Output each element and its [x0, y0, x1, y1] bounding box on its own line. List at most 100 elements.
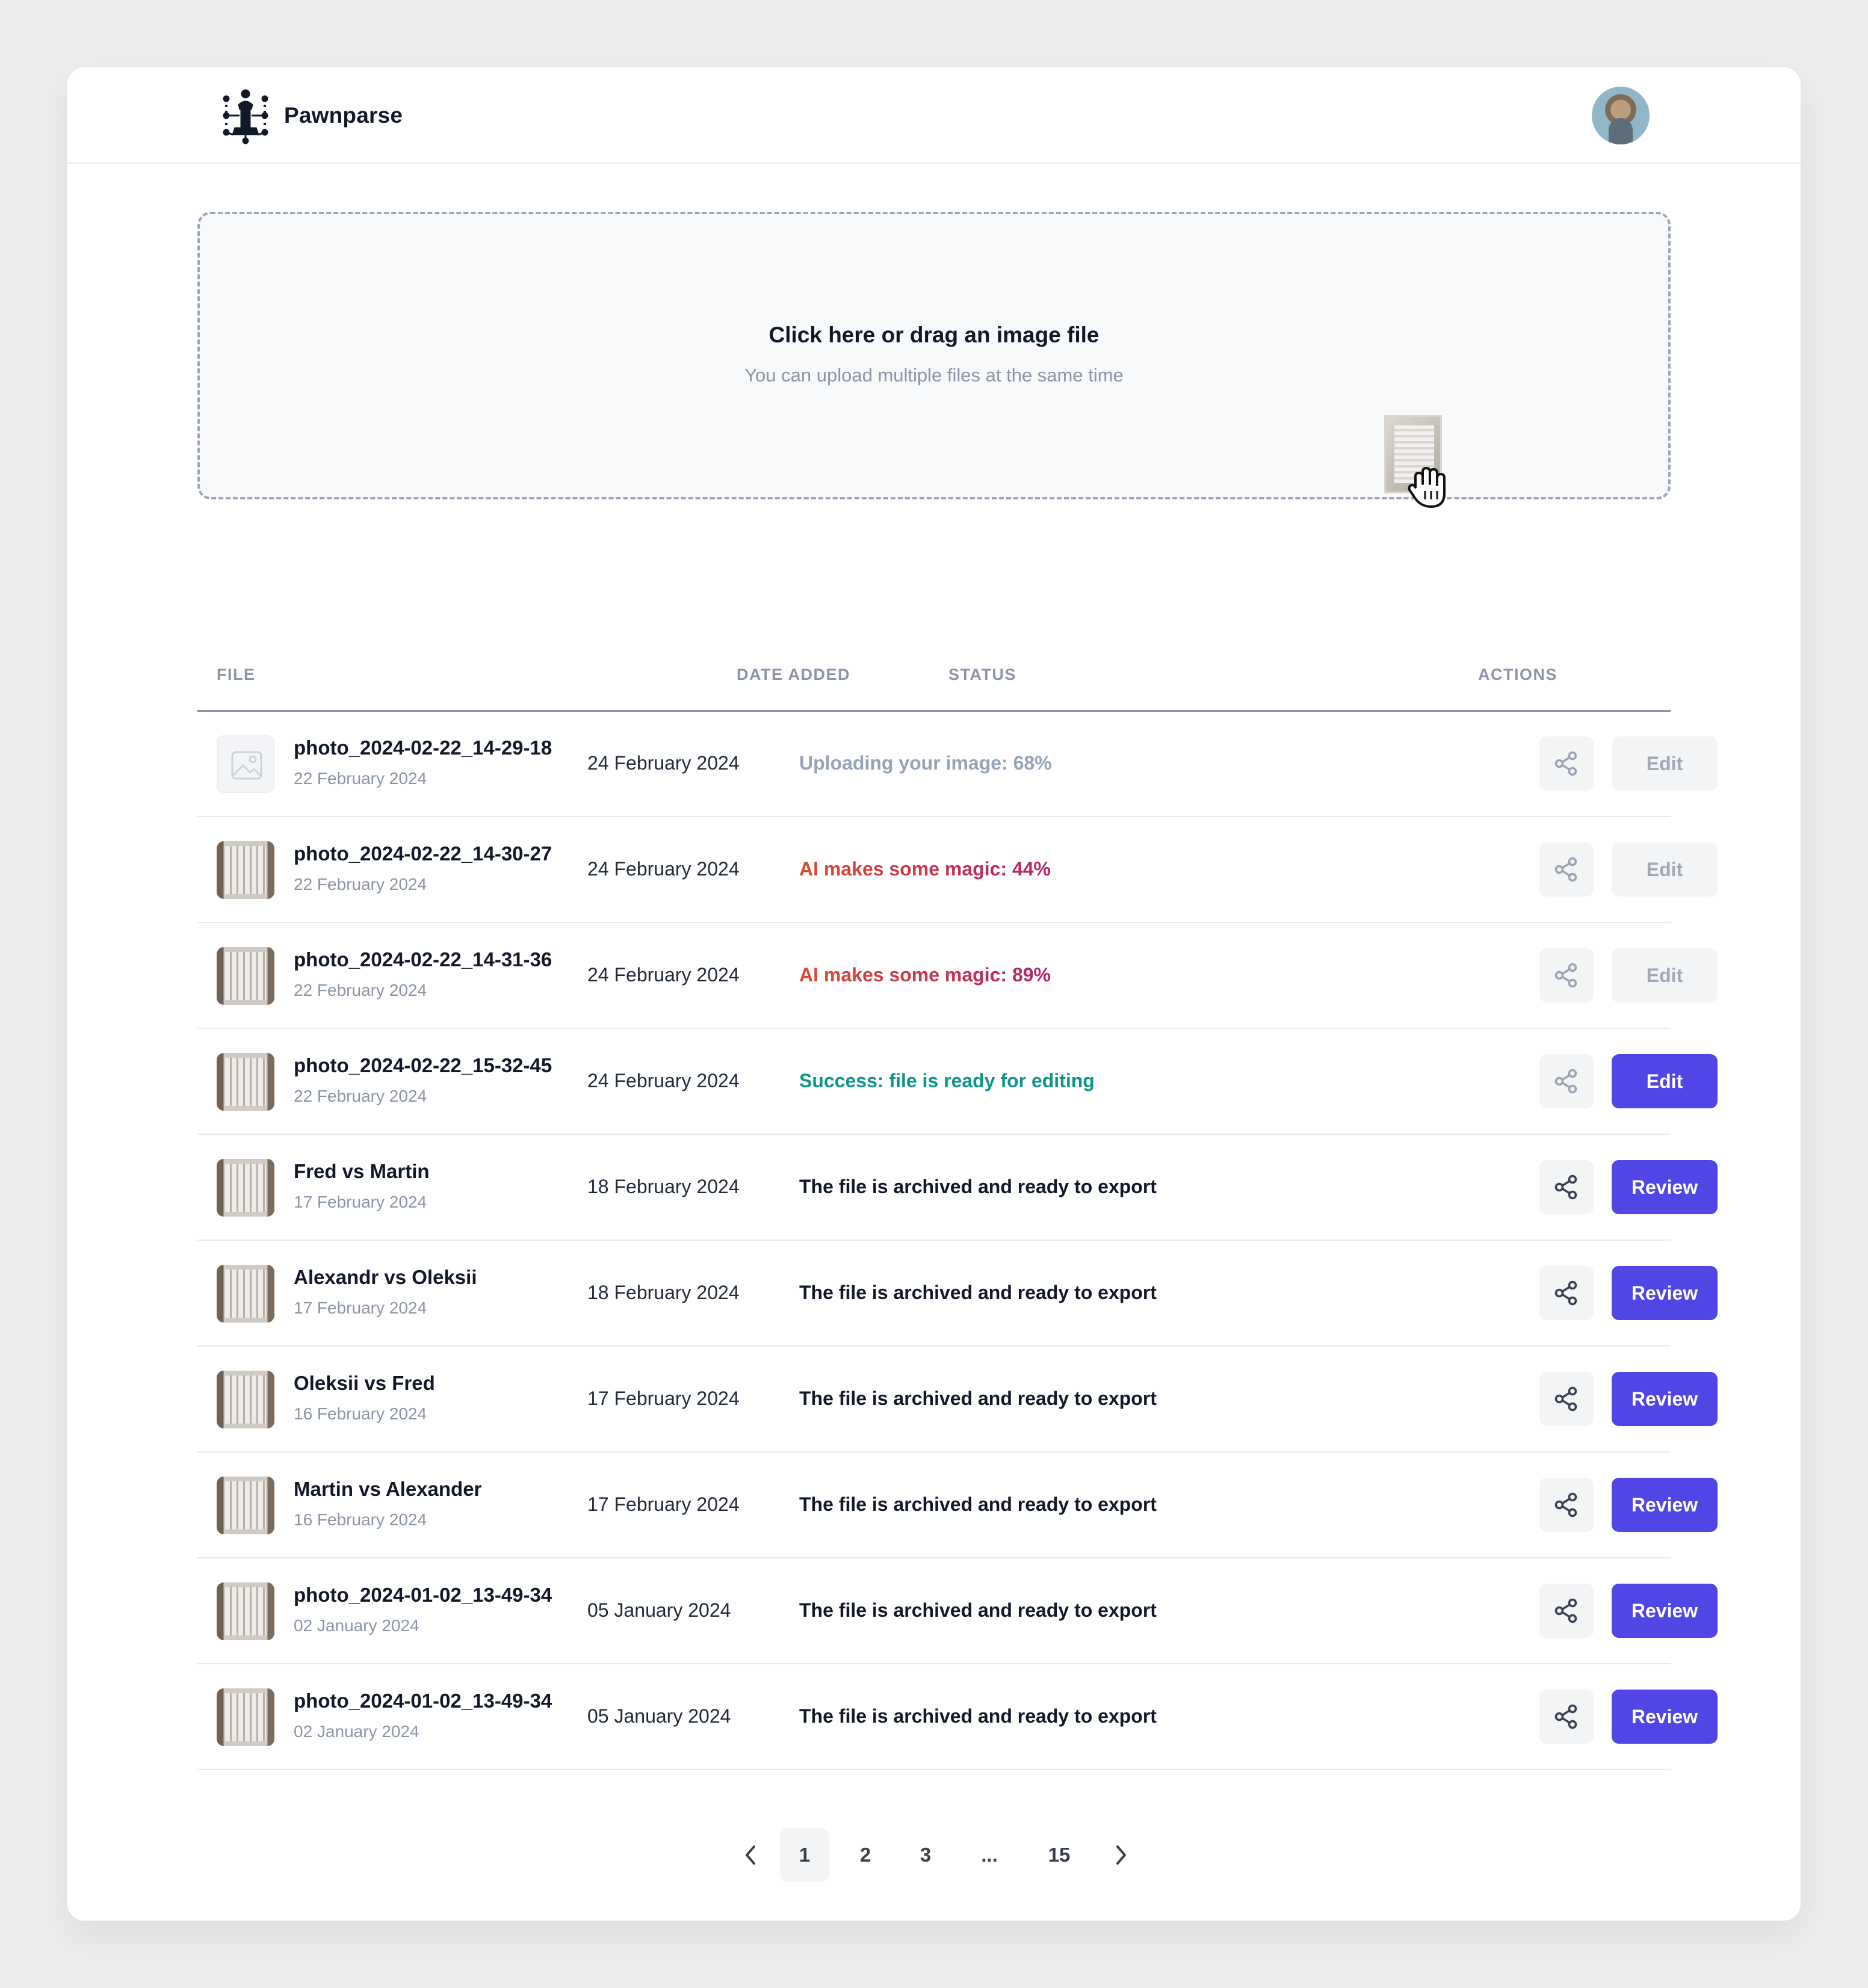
file-name[interactable]: Fred vs Martin: [294, 1160, 430, 1183]
main-card: Pawnparse Click here or drag an image fi…: [67, 67, 1801, 1921]
share-icon: [1553, 1703, 1580, 1730]
table-row[interactable]: photo_2024-02-22_15-32-45 22 February 20…: [197, 1029, 1718, 1135]
share-icon: [1553, 1174, 1580, 1200]
grab-hand-icon: [1408, 467, 1446, 508]
file-thumbnail[interactable]: [217, 841, 274, 899]
file-name[interactable]: photo_2024-01-02_13-49-34: [294, 1690, 552, 1712]
file-date: 22 February 2024: [294, 981, 427, 999]
image-placeholder-icon[interactable]: [217, 735, 274, 793]
upload-subtitle: You can upload multiple files at the sam…: [744, 365, 1124, 386]
share-icon: [1553, 856, 1580, 883]
date-added: 18 February 2024: [587, 1282, 740, 1303]
share-icon: [1553, 1386, 1580, 1412]
share-button[interactable]: [1539, 1160, 1594, 1214]
file-name[interactable]: photo_2024-02-22_14-29-18: [294, 736, 552, 759]
review-button[interactable]: Review: [1612, 1584, 1718, 1638]
review-button[interactable]: Review: [1612, 1160, 1718, 1214]
file-date: 22 February 2024: [294, 769, 427, 788]
table-row[interactable]: photo_2024-02-22_14-29-18 22 February 20…: [197, 711, 1718, 817]
file-date: 02 January 2024: [294, 1616, 419, 1635]
date-added: 24 February 2024: [587, 858, 740, 880]
share-button[interactable]: [1539, 1372, 1594, 1426]
share-button[interactable]: [1539, 1266, 1594, 1320]
table-row[interactable]: Oleksii vs Fred 16 February 2024 17 Febr…: [197, 1347, 1718, 1452]
table-row[interactable]: photo_2024-02-22_14-30-27 22 February 20…: [197, 817, 1718, 923]
share-icon: [1553, 750, 1580, 777]
review-button[interactable]: Review: [1612, 1690, 1718, 1744]
chevron-left-icon[interactable]: [727, 1828, 775, 1882]
file-date: 16 February 2024: [294, 1510, 427, 1529]
table-row[interactable]: Alexandr vs Oleksii 17 February 2024 18 …: [197, 1241, 1718, 1347]
file-thumbnail[interactable]: [217, 947, 274, 1005]
status-text: The file is archived and ready to export: [799, 1599, 1157, 1621]
table-row[interactable]: Martin vs Alexander 16 February 2024 17 …: [197, 1452, 1718, 1558]
page-3[interactable]: 3: [902, 1828, 950, 1882]
file-name[interactable]: Martin vs Alexander: [294, 1478, 481, 1501]
status-text: Uploading your image: 68%: [799, 752, 1052, 774]
share-button[interactable]: [1539, 1478, 1594, 1532]
upload-title: Click here or drag an image file: [769, 323, 1099, 347]
brand[interactable]: Pawnparse: [219, 87, 403, 144]
column-header-date-added: DATE ADDED: [737, 665, 850, 684]
page-15[interactable]: 15: [1029, 1828, 1089, 1882]
date-added: 18 February 2024: [587, 1176, 740, 1197]
file-name[interactable]: Alexandr vs Oleksii: [294, 1266, 477, 1289]
edit-button[interactable]: Edit: [1612, 1054, 1718, 1108]
chess-pawn-circuit-icon: [223, 89, 268, 144]
date-added: 05 January 2024: [587, 1599, 731, 1621]
top-bar: Pawnparse: [67, 67, 1801, 164]
file-date: 17 February 2024: [294, 1298, 427, 1317]
share-icon: [1553, 1597, 1580, 1624]
file-name[interactable]: photo_2024-02-22_15-32-45: [294, 1054, 552, 1077]
edit-button[interactable]: Edit: [1612, 842, 1718, 897]
column-header-file: FILE: [217, 665, 256, 684]
status-text: Success: file is ready for editing: [799, 1070, 1095, 1091]
table-row[interactable]: photo_2024-01-02_13-49-34 02 January 202…: [197, 1664, 1718, 1770]
chevron-right-icon[interactable]: [1096, 1828, 1145, 1882]
date-added: 24 February 2024: [587, 1070, 740, 1091]
table-row[interactable]: Fred vs Martin 17 February 2024 18 Febru…: [197, 1135, 1718, 1241]
share-button[interactable]: [1539, 948, 1594, 1002]
edit-button[interactable]: Edit: [1612, 948, 1718, 1002]
file-name[interactable]: Oleksii vs Fred: [294, 1372, 435, 1395]
file-thumbnail[interactable]: [217, 1371, 274, 1428]
page-2[interactable]: 2: [841, 1828, 889, 1882]
share-button[interactable]: [1539, 1690, 1594, 1744]
file-name[interactable]: photo_2024-02-22_14-30-27: [294, 842, 552, 865]
date-added: 24 February 2024: [587, 752, 740, 774]
edit-button[interactable]: Edit: [1612, 736, 1718, 791]
avatar[interactable]: [1592, 87, 1650, 144]
review-button[interactable]: Review: [1612, 1372, 1718, 1426]
file-name[interactable]: photo_2024-01-02_13-49-34: [294, 1584, 552, 1607]
share-button[interactable]: [1539, 1054, 1594, 1108]
share-icon: [1553, 1280, 1580, 1306]
table-row[interactable]: photo_2024-02-22_14-31-36 22 February 20…: [197, 923, 1718, 1029]
page-1[interactable]: 1: [780, 1828, 829, 1882]
share-button[interactable]: [1539, 736, 1594, 791]
status-text: AI makes some magic: 89%: [799, 964, 1051, 986]
share-icon: [1553, 1068, 1580, 1094]
share-button[interactable]: [1539, 1584, 1594, 1638]
review-button[interactable]: Review: [1612, 1266, 1718, 1320]
date-added: 05 January 2024: [587, 1705, 731, 1727]
file-thumbnail[interactable]: [217, 1053, 274, 1111]
file-date: 16 February 2024: [294, 1404, 427, 1423]
review-button[interactable]: Review: [1612, 1478, 1718, 1532]
status-text: The file is archived and ready to export: [799, 1176, 1157, 1197]
share-button[interactable]: [1539, 842, 1594, 897]
status-text: The file is archived and ready to export: [799, 1282, 1157, 1303]
file-date: 22 February 2024: [294, 1087, 427, 1105]
file-thumbnail[interactable]: [217, 1582, 274, 1640]
table-row[interactable]: photo_2024-01-02_13-49-34 02 January 202…: [197, 1558, 1718, 1664]
file-thumbnail[interactable]: [217, 1477, 274, 1534]
page-ellipsis: ...: [981, 1844, 998, 1866]
upload-dropzone[interactable]: Click here or drag an image file You can…: [197, 212, 1671, 499]
column-header-actions: ACTIONS: [1478, 665, 1557, 684]
date-added: 17 February 2024: [587, 1388, 740, 1409]
file-thumbnail[interactable]: [217, 1265, 274, 1323]
file-date: 02 January 2024: [294, 1722, 419, 1741]
file-thumbnail[interactable]: [217, 1688, 274, 1746]
file-date: 22 February 2024: [294, 875, 427, 894]
file-name[interactable]: photo_2024-02-22_14-31-36: [294, 948, 552, 971]
file-thumbnail[interactable]: [217, 1159, 274, 1217]
